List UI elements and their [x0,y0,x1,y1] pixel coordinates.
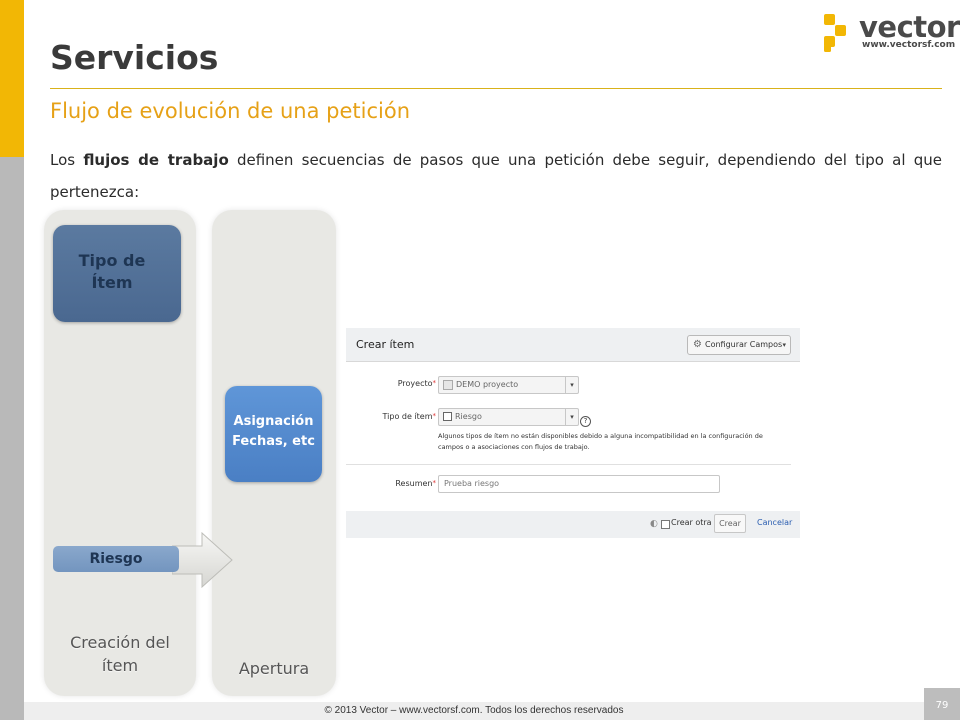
proyecto-value: DEMO proyecto [456,380,519,389]
form-divider [346,464,791,465]
resumen-label: Resumen* [346,479,436,488]
crear-otra-checkbox[interactable] [661,520,670,529]
gear-icon: ⚙ [693,339,702,350]
proyecto-select[interactable]: DEMO proyecto ▾ [438,376,579,394]
tipo-item-note: Algunos tipos de ítem no están disponibl… [438,432,763,451]
paragraph-bold: flujos de trabajo [83,151,229,169]
required-mark: * [432,379,437,387]
footer-copyright: © 2013 Vector – www.vectorsf.com. Todos … [324,705,624,716]
proyecto-icon [443,379,453,390]
help-icon[interactable]: ? [580,416,591,427]
required-mark: * [432,412,437,420]
logo-url: www.vectorsf.com [862,40,956,50]
box-asig-line1: Asignación [233,414,314,429]
intro-paragraph: Los flujos de trabajo definen secuencias… [50,144,942,208]
chevron-down-icon: ▾ [565,377,578,393]
configurar-campos-button[interactable]: ⚙ Configurar Campos ▾ [687,335,791,355]
riesgo-tag: Riesgo [53,546,179,572]
vector-logo: vector www.vectorsf.com [822,10,960,56]
left-accent-bar [0,0,24,157]
page-title: Servicios [50,38,219,77]
box-asignacion-label: Asignación Fechas, etc [225,412,322,452]
logo-name: vector [859,10,960,44]
flow-arrow-icon [172,532,233,588]
resumen-input[interactable]: Prueba riesgo [438,475,720,493]
title-divider [50,88,942,89]
chevron-down-icon: ▾ [782,341,786,349]
left-gray-bar [0,157,24,720]
chevron-down-icon: ▾ [565,409,578,425]
crear-otra-label: Crear otra [671,518,712,527]
tipo-item-label-text: Tipo de ítem [382,412,433,421]
section-subtitle: Flujo de evolución de una petición [50,99,411,123]
dialog-footer: ◐ Crear otra Crear Cancelar [346,511,800,538]
lane-creacion-line2: ítem [101,656,139,675]
crear-button[interactable]: Crear [714,514,746,533]
configurar-campos-label: Configurar Campos [705,340,783,349]
page-number: 79 [935,700,949,711]
lane-apertura-label: Apertura [238,659,310,678]
dialog-title: Crear ítem [356,338,415,351]
lane-creacion-label: Creación del ítem [44,631,196,677]
dialog-header: Crear ítem ⚙ Configurar Campos ▾ [346,328,800,362]
logo-mark-icon [824,14,846,52]
box-asig-line2: Fechas, etc [232,434,315,449]
box-tipo-item-label: Tipo de Ítem [53,250,171,294]
spinner-icon: ◐ [650,519,658,529]
crear-item-dialog: Crear ítem ⚙ Configurar Campos ▾ Proyect… [346,328,800,538]
resumen-label-text: Resumen [395,479,433,488]
riesgo-type-icon [443,412,452,421]
box-tipo-line2: Ítem [91,273,133,292]
proyecto-label-text: Proyecto [397,379,433,388]
lane-creacion-line1: Creación del [70,633,170,652]
box-tipo-line1: Tipo de [78,251,146,270]
cancelar-link[interactable]: Cancelar [757,518,792,527]
tipo-item-label: Tipo de ítem* [346,412,437,421]
tipo-item-value: Riesgo [455,412,482,421]
required-mark: * [432,479,437,487]
paragraph-text-1: Los [50,151,84,169]
tipo-item-select[interactable]: Riesgo ▾ [438,408,579,426]
proyecto-label: Proyecto* [346,379,436,388]
